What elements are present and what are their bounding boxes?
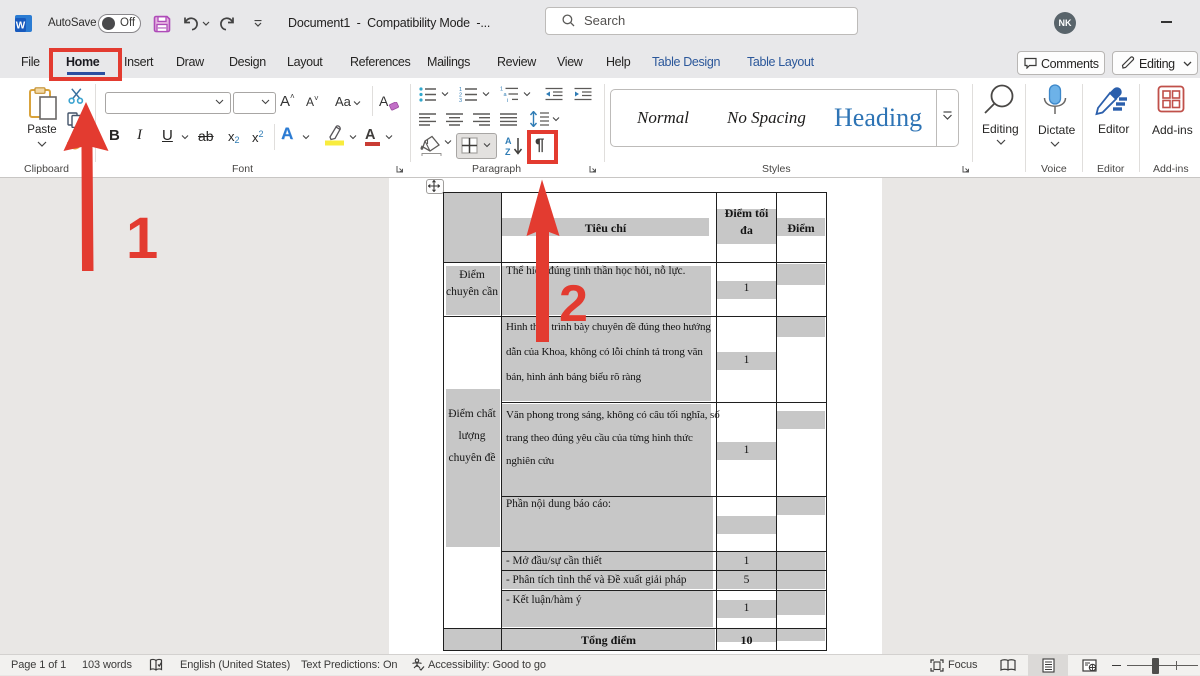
svg-text:Z: Z (505, 147, 511, 157)
svg-text:3: 3 (459, 98, 462, 102)
svg-text:A: A (505, 136, 512, 146)
svg-text:i: i (507, 98, 508, 102)
svg-text:W: W (16, 21, 26, 32)
